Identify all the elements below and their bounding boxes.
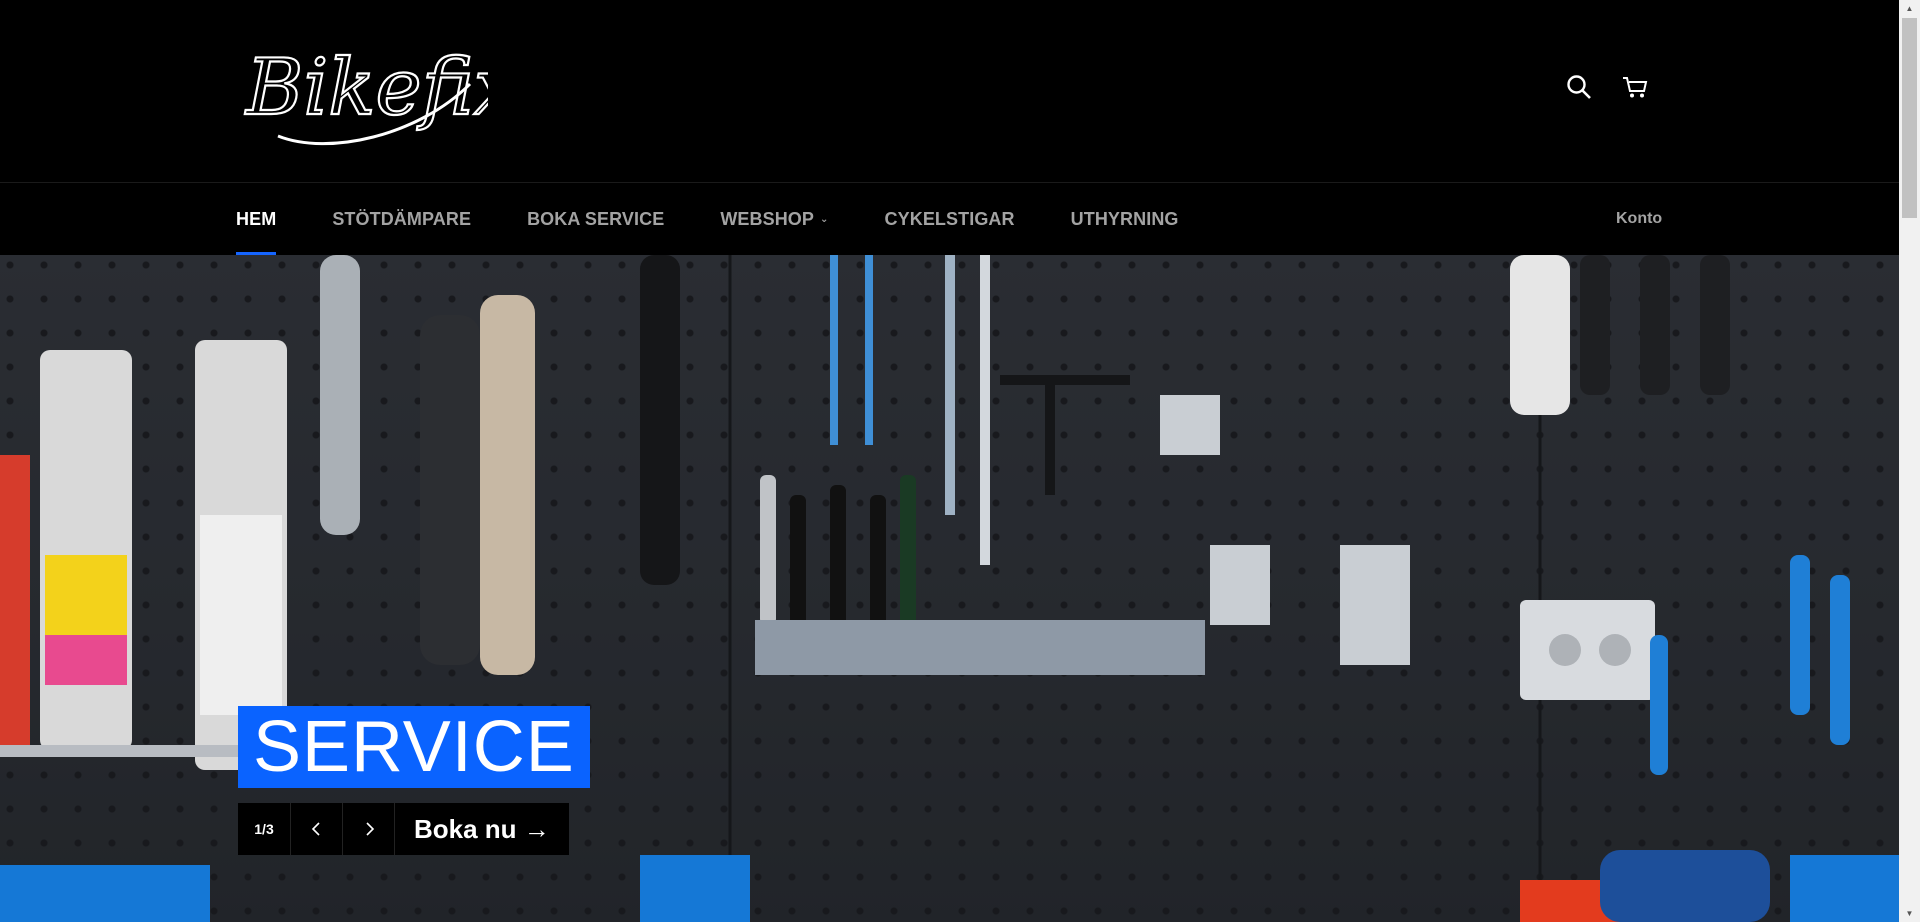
nav-item-cykelstigar[interactable]: CYKELSTIGAR: [885, 183, 1015, 255]
nav-item-stotdampare[interactable]: STÖTDÄMPARE: [332, 183, 471, 255]
scroll-up-arrow-icon[interactable]: ▲: [1899, 0, 1920, 17]
slider-controls: 1/3 Boka nu →: [238, 803, 569, 855]
nav-item-uthyrning[interactable]: UTHYRNING: [1071, 183, 1179, 255]
scrollbar-thumb[interactable]: [1902, 18, 1917, 218]
header-icons: [1566, 74, 1648, 100]
nav-item-hem[interactable]: HEM: [236, 183, 277, 255]
site-logo[interactable]: Bikefix: [238, 26, 519, 156]
hero-title: SERVICE: [238, 706, 590, 788]
scroll-down-arrow-icon[interactable]: ▼: [1899, 905, 1920, 922]
logo-image: Bikefix: [243, 42, 519, 146]
page-scrollbar[interactable]: ▲ ▼: [1899, 0, 1920, 922]
hero-slideshow: SERVICE 1/3 Boka nu →: [0, 255, 1899, 922]
search-icon[interactable]: [1566, 74, 1592, 100]
nav-item-boka-service[interactable]: BOKA SERVICE: [527, 183, 664, 255]
nav-items: HEM STÖTDÄMPARE BOKA SERVICE WEBSHOP ⌄ C…: [236, 183, 1235, 255]
account-link[interactable]: Konto: [1616, 183, 1662, 255]
nav-item-webshop[interactable]: WEBSHOP ⌄: [720, 183, 828, 255]
cart-icon[interactable]: [1622, 74, 1648, 100]
site-header: Bikefix: [0, 0, 1899, 182]
main-nav: HEM STÖTDÄMPARE BOKA SERVICE WEBSHOP ⌄ C…: [0, 183, 1899, 255]
chevron-right-icon: [365, 822, 374, 836]
nav-item-webshop-label: WEBSHOP: [720, 208, 815, 229]
chevron-down-icon: ⌄: [820, 213, 829, 225]
next-slide-button[interactable]: [342, 803, 394, 855]
book-now-button[interactable]: Boka nu →: [394, 803, 569, 855]
chevron-left-icon: [311, 822, 320, 836]
previous-slide-button[interactable]: [290, 803, 342, 855]
slide-counter: 1/3: [238, 803, 290, 855]
logo-lettering: Bikefix: [244, 43, 488, 133]
